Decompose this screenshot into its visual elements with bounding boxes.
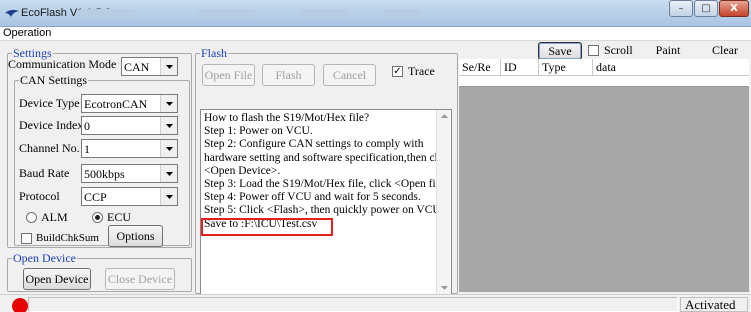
radio-alm-label: ALM xyxy=(41,210,68,224)
redacted-title-segment xyxy=(78,9,136,18)
log-line: How to flash the S19/Mot/Hex file? xyxy=(204,112,370,124)
close-device-button[interactable]: Close Device xyxy=(105,268,175,290)
can-settings-group: CAN Settings Device Type EcotronCAN Devi… xyxy=(14,73,190,247)
status-led-icon xyxy=(12,298,28,312)
redacted-title-segment xyxy=(383,9,423,18)
column-divider[interactable] xyxy=(500,59,501,75)
paint-button[interactable]: Paint xyxy=(648,41,688,59)
protocol-select[interactable]: CCP xyxy=(81,187,178,206)
protocol-label: Protocol xyxy=(19,189,60,203)
save-button[interactable]: Save xyxy=(538,42,582,60)
open-device-group: Open Device Open Device Close Device xyxy=(7,251,192,292)
can-settings-title: CAN Settings xyxy=(19,73,89,87)
baud-rate-select[interactable]: 500kbps xyxy=(81,164,178,183)
baud-rate-label: Baud Rate xyxy=(19,166,70,180)
device-type-value: EcotronCAN xyxy=(84,97,148,111)
channel-label: Channel No. xyxy=(19,141,80,155)
scroll-down-icon[interactable] xyxy=(441,286,448,290)
minimize-button[interactable]: – xyxy=(669,0,693,17)
trace-table[interactable]: Se/Re ID Type data xyxy=(459,59,749,292)
close-button[interactable]: X xyxy=(719,0,749,17)
highlight-box xyxy=(201,218,333,236)
menu-bar: Operation xyxy=(0,27,751,41)
scroll-checkbox[interactable] xyxy=(588,45,599,56)
maximize-button[interactable]: □ xyxy=(694,0,718,17)
clear-button[interactable]: Clear xyxy=(703,41,747,59)
device-index-label: Device Index xyxy=(19,118,84,132)
column-divider[interactable] xyxy=(538,59,539,75)
chevron-down-icon xyxy=(160,95,177,112)
channel-value: 1 xyxy=(84,142,90,156)
status-state: Activated xyxy=(680,297,748,312)
device-index-select[interactable]: 0 xyxy=(81,116,178,135)
channel-select[interactable]: 1 xyxy=(81,139,178,158)
title-bar: EcoFlash V1.1.5.3 – □ X xyxy=(0,0,751,27)
build-chksum-label: BuildChkSum xyxy=(36,232,99,244)
vertical-scrollbar[interactable] xyxy=(436,110,451,296)
column-header-sere[interactable]: Se/Re xyxy=(462,61,491,74)
chevron-down-icon xyxy=(160,140,177,157)
build-chksum-checkbox[interactable] xyxy=(21,233,32,244)
column-divider[interactable] xyxy=(592,59,593,75)
open-device-title: Open Device xyxy=(12,251,77,265)
redacted-title-segment xyxy=(198,9,256,18)
column-header-id[interactable]: ID xyxy=(504,61,517,74)
trace-label: Trace xyxy=(408,64,435,78)
redacted-title-segment xyxy=(300,9,348,18)
chevron-down-icon xyxy=(160,165,177,182)
chevron-down-icon xyxy=(160,188,177,205)
column-header-data[interactable]: data xyxy=(596,61,616,74)
comm-mode-label: Communication Mode xyxy=(8,57,117,71)
open-device-button[interactable]: Open Device xyxy=(23,268,91,290)
protocol-value: CCP xyxy=(84,190,107,204)
radio-ecu[interactable] xyxy=(92,212,103,223)
log-line: Step 3: Load the S19/Mot/Hex file, click… xyxy=(204,178,436,191)
flash-group-title: Flash xyxy=(200,46,229,60)
comm-mode-value: CAN xyxy=(124,60,150,74)
trace-table-empty-row xyxy=(459,76,749,87)
log-line: Step 4: Power off VCU and wait for 5 sec… xyxy=(204,191,421,204)
flash-log-textarea[interactable]: How to flash the S19/Mot/Hex file? Step … xyxy=(200,109,452,297)
log-line: Step 1: Power on VCU. xyxy=(204,125,313,138)
status-pane xyxy=(28,297,678,312)
app-icon xyxy=(5,9,19,17)
radio-ecu-label: ECU xyxy=(107,210,131,224)
trace-table-header: Se/Re ID Type data xyxy=(459,59,749,76)
baud-rate-value: 500kbps xyxy=(84,167,125,181)
flash-button[interactable]: Flash xyxy=(262,64,315,86)
device-type-select[interactable]: EcotronCAN xyxy=(81,94,178,113)
device-index-value: 0 xyxy=(84,119,90,133)
log-line: Step 5: Click <Flash>, then quickly powe… xyxy=(204,204,436,217)
status-bar: Activated xyxy=(0,294,751,312)
radio-selected-dot xyxy=(95,215,100,220)
chevron-down-icon xyxy=(160,58,177,75)
radio-alm[interactable] xyxy=(26,212,37,223)
options-button[interactable]: Options xyxy=(108,225,163,247)
log-line: Step 2: Configure CAN settings to comply… xyxy=(204,138,424,151)
comm-mode-select[interactable]: CAN xyxy=(121,57,178,76)
flash-log-lines: How to flash the S19/Mot/Hex file? Step … xyxy=(201,112,436,236)
column-header-type[interactable]: Type xyxy=(542,61,566,74)
cancel-button[interactable]: Cancel xyxy=(323,64,376,86)
trace-checkbox[interactable]: ✓ xyxy=(392,66,403,77)
log-line: <Open Device>. xyxy=(204,164,281,177)
device-type-label: Device Type xyxy=(19,96,80,110)
scroll-up-icon[interactable] xyxy=(441,114,448,118)
chevron-down-icon xyxy=(160,117,177,134)
scroll-label: Scroll xyxy=(604,43,633,57)
menu-operation[interactable]: Operation xyxy=(3,27,51,40)
open-file-button[interactable]: Open File xyxy=(202,64,255,86)
log-line: hardware setting and software specificat… xyxy=(204,151,436,164)
